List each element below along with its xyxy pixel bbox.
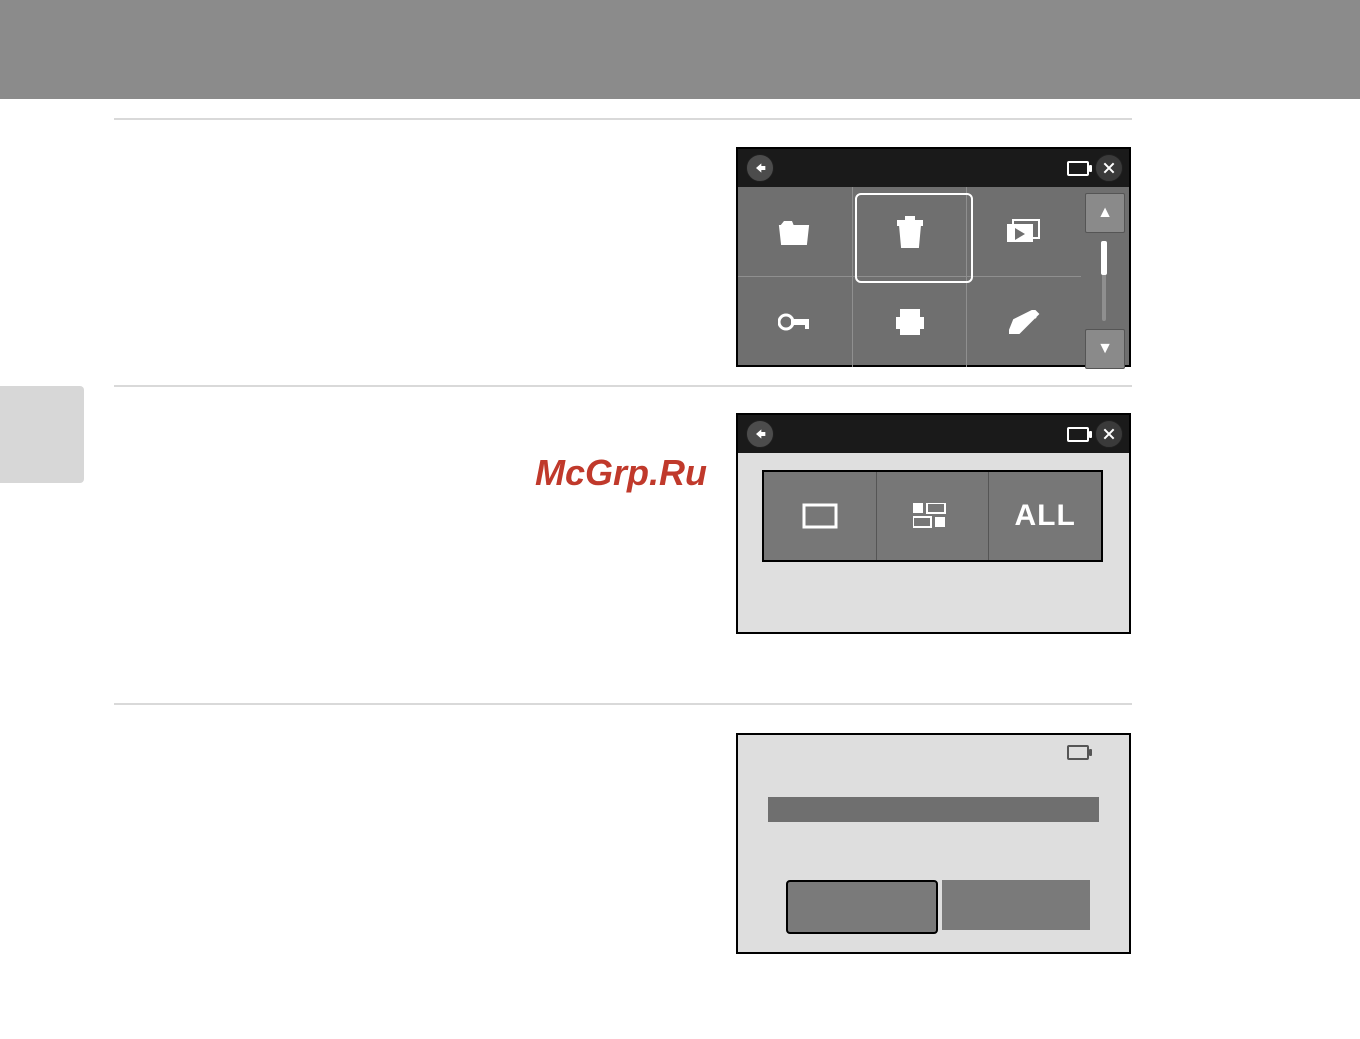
divider [114, 385, 1132, 387]
scrollbar-track[interactable] [1102, 241, 1106, 321]
confirm-no-button[interactable] [942, 880, 1090, 930]
divider [114, 703, 1132, 705]
menu-item-slideshow[interactable] [967, 187, 1081, 277]
menu-item-print[interactable] [853, 277, 968, 367]
scrollbar-thumb[interactable] [1101, 241, 1107, 275]
mode-option-row: ALL [762, 470, 1103, 562]
confirm-buttons [786, 880, 1090, 934]
close-button[interactable] [1095, 154, 1123, 182]
menu-grid [738, 187, 1081, 365]
delete-mode-screen: ALL [736, 413, 1131, 634]
page-side-tab [0, 386, 84, 483]
scroll-controls: ▲ ▼ [1085, 193, 1123, 361]
back-button[interactable] [746, 420, 774, 448]
battery-icon [1067, 161, 1089, 176]
message-bar [768, 797, 1099, 822]
mode-all-label: ALL [1015, 499, 1076, 533]
close-button[interactable] [1095, 420, 1123, 448]
screen-titlebar [738, 415, 1129, 453]
battery-icon [1067, 427, 1089, 442]
mode-all[interactable]: ALL [989, 472, 1101, 560]
scroll-down-button[interactable]: ▼ [1085, 329, 1125, 369]
mode-multi[interactable] [877, 472, 990, 560]
watermark-text: McGrp.Ru [535, 452, 707, 494]
confirm-yes-button[interactable] [786, 880, 938, 934]
back-button[interactable] [746, 154, 774, 182]
menu-item-edit[interactable] [967, 277, 1081, 367]
menu-item-protect[interactable] [738, 277, 853, 367]
screen-titlebar [738, 149, 1129, 187]
divider [114, 118, 1132, 120]
confirm-screen [736, 733, 1131, 954]
menu-item-trash[interactable] [853, 187, 968, 277]
top-grey-bar [0, 0, 1360, 99]
mode-single[interactable] [764, 472, 877, 560]
battery-icon [1067, 745, 1089, 760]
menu-screen: ▲ ▼ [736, 147, 1131, 367]
menu-item-favorites[interactable] [738, 187, 853, 277]
scroll-up-button[interactable]: ▲ [1085, 193, 1125, 233]
